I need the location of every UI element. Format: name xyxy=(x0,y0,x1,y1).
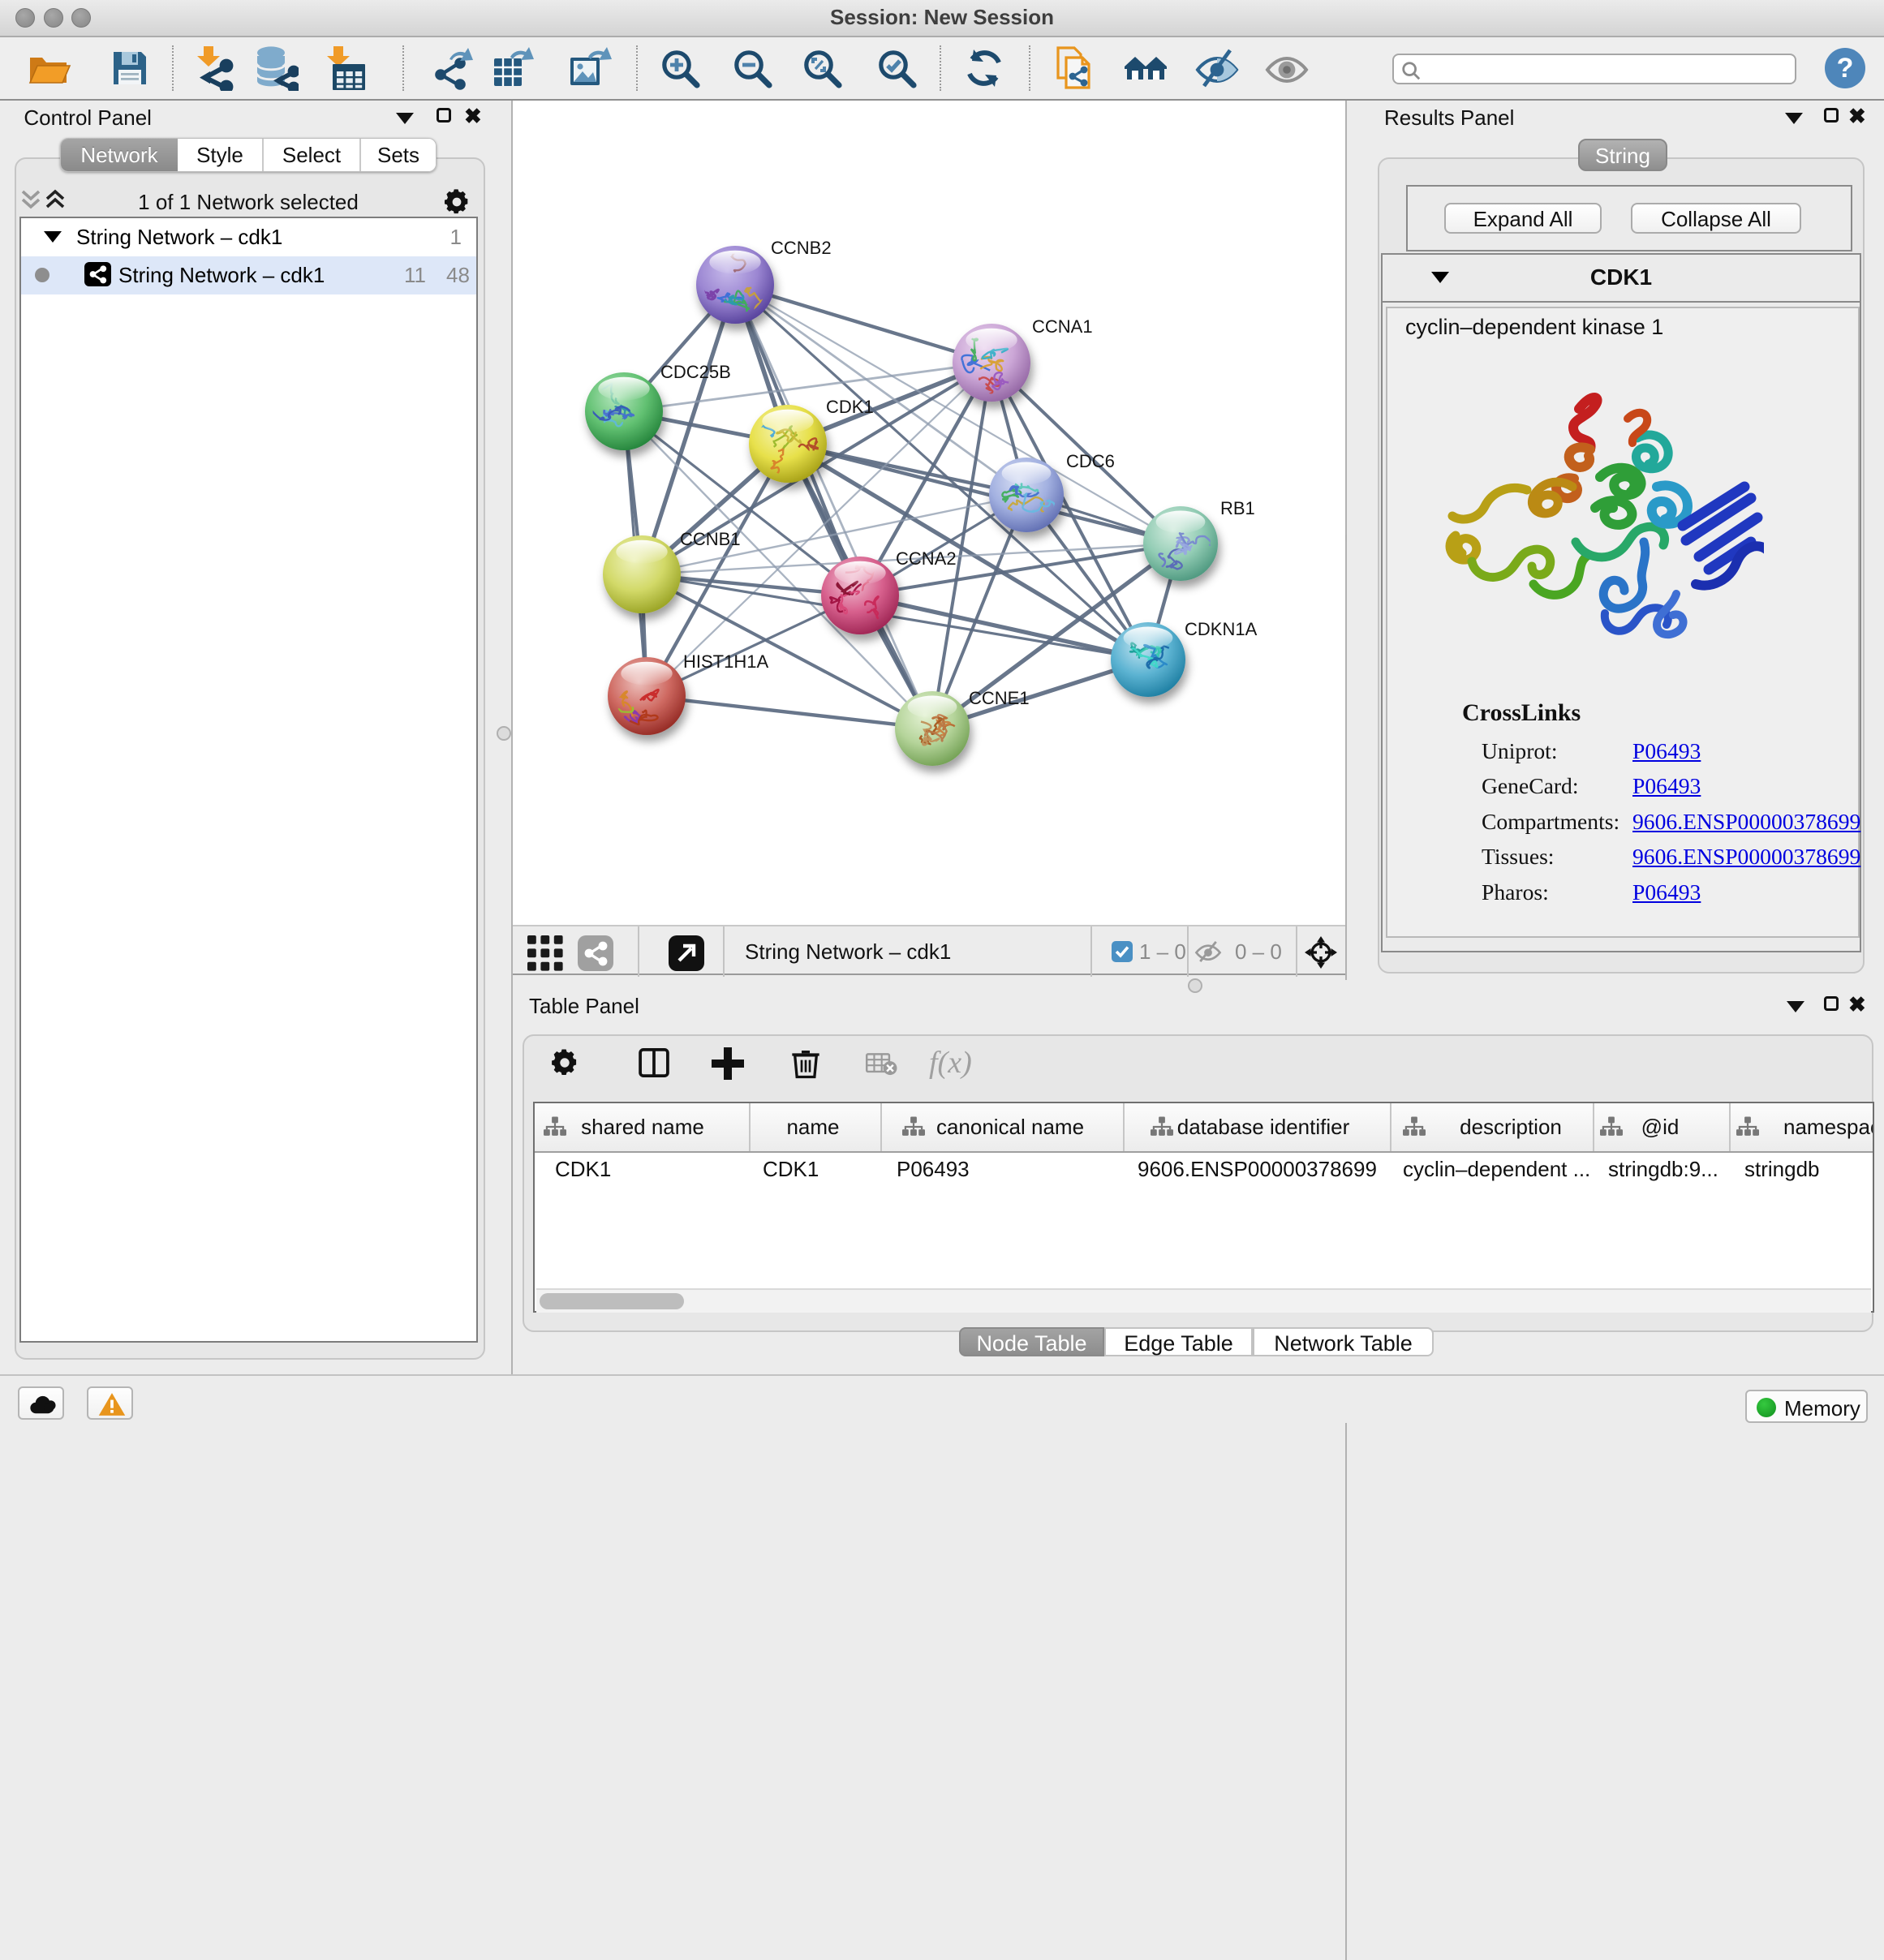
svg-text:CDC25B: CDC25B xyxy=(660,362,731,382)
svg-text:CDK1: CDK1 xyxy=(826,397,874,417)
svg-text:CCNA2: CCNA2 xyxy=(896,548,957,569)
svg-text:CDKN1A: CDKN1A xyxy=(1185,619,1258,639)
svg-text:CCNB2: CCNB2 xyxy=(771,238,832,258)
svg-text:?: ? xyxy=(1837,53,1854,84)
svg-text:HIST1H1A: HIST1H1A xyxy=(683,651,768,672)
svg-text:RB1: RB1 xyxy=(1220,498,1255,518)
svg-text:CDC6: CDC6 xyxy=(1066,451,1115,471)
svg-text:CCNA1: CCNA1 xyxy=(1032,316,1093,337)
svg-text:CCNB1: CCNB1 xyxy=(680,529,741,549)
svg-text:CCNE1: CCNE1 xyxy=(969,688,1030,708)
